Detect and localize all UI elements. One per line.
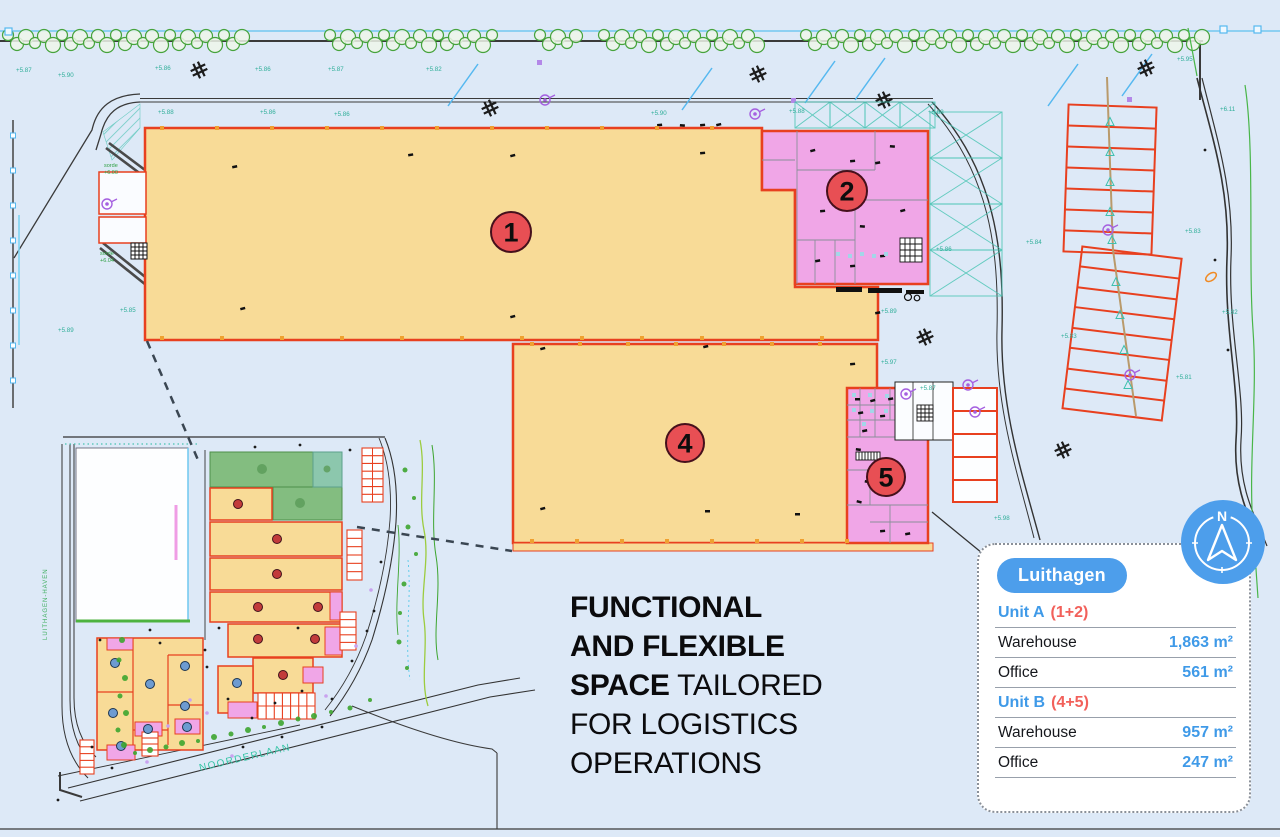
street-label-noorderlaan: NOORDERLAAN	[198, 742, 292, 774]
office-label: Office	[998, 754, 1038, 772]
svg-text:+5.86: +5.86	[936, 246, 952, 253]
svg-text:+5.83: +5.83	[1185, 228, 1201, 235]
svg-text:+5.86: +5.86	[260, 109, 276, 116]
svg-text:+6.00: +6.00	[104, 170, 118, 176]
headline-line-4: FOR LOGISTICS	[570, 705, 850, 744]
svg-text:+6.04: +6.04	[100, 258, 114, 264]
warehouse-label: Warehouse	[998, 634, 1077, 652]
marketing-headline: FUNCTIONAL AND FLEXIBLE SPACE TAILORED F…	[570, 588, 850, 783]
svg-text:+5.87: +5.87	[920, 385, 936, 392]
office-value: 247 m²	[1182, 754, 1233, 772]
svg-text:+5.89: +5.89	[881, 308, 897, 315]
svg-text:+5.90: +5.90	[651, 110, 667, 117]
project-name-badge: Luithagen	[997, 558, 1127, 593]
parking-bay-east-of-5	[953, 388, 997, 502]
office-value: 561 m²	[1182, 664, 1233, 682]
svg-text:+5.88: +5.88	[789, 108, 805, 115]
headline-line-1: FUNCTIONAL	[570, 588, 850, 627]
svg-text:2: 2	[839, 177, 854, 207]
headline-line-2: AND FLEXIBLE	[570, 627, 850, 666]
building-badge-5: 5	[867, 458, 905, 496]
compass-rose-icon: N	[1181, 500, 1265, 584]
svg-text:+5.88: +5.88	[928, 109, 944, 116]
svg-text:+5.86: +5.86	[334, 111, 350, 118]
unit-a-warehouse-row: Warehouse 1,863 m²	[995, 628, 1236, 658]
inset-overview-map	[58, 437, 535, 801]
svg-text:+5.82: +5.82	[426, 66, 442, 73]
svg-text:5: 5	[878, 463, 893, 493]
svg-text:+5.86: +5.86	[155, 65, 171, 72]
svg-text:+5.87: +5.87	[328, 66, 344, 73]
headline-line-3: SPACE TAILORED	[570, 666, 850, 705]
inset-empty-parcel	[76, 448, 188, 622]
warehouse-value: 1,863 m²	[1169, 634, 1233, 652]
warehouse-label: Warehouse	[998, 724, 1077, 742]
unit-b-label: Unit B	[998, 694, 1045, 712]
unit-a-header-row: Unit A (1+2)	[995, 598, 1236, 628]
svg-text:+6.11: +6.11	[1220, 106, 1236, 113]
unit-a-label: Unit A	[998, 604, 1045, 622]
headline-line-5: OPERATIONS	[570, 744, 850, 783]
svg-text:+5.84: +5.84	[1026, 239, 1042, 246]
svg-text:+5.85: +5.85	[120, 307, 136, 314]
svg-text:+5.97: +5.97	[881, 359, 897, 366]
svg-text:+5.87: +5.87	[16, 67, 32, 74]
street-label-side: LUITHAGEN-HAVEN	[43, 568, 49, 640]
site-plan-page: +5.87 +5.90 +5.86 +5.86 +5.87 +5.82 +5.88 +5.86…	[0, 0, 1280, 837]
svg-text:+5.95: +5.95	[1177, 56, 1193, 63]
unit-a-buildings: (1+2)	[1051, 604, 1089, 622]
compass-north-label: N	[1217, 508, 1227, 524]
parking-grid-south	[1063, 247, 1182, 421]
svg-text:+5.81: +5.81	[1176, 374, 1192, 381]
svg-text:+5.86: +5.86	[255, 66, 271, 73]
svg-text:sorde: sorde	[104, 163, 118, 169]
svg-text:+5.83: +5.83	[1061, 333, 1077, 340]
warehouse-value: 957 m²	[1182, 724, 1233, 742]
svg-text:1: 1	[503, 218, 518, 248]
svg-text:+5.90: +5.90	[58, 72, 74, 79]
inset-green-verge	[397, 440, 438, 706]
building-badge-1: 1	[491, 212, 531, 252]
unit-b-office-row: Office 247 m²	[995, 748, 1236, 778]
office-label: Office	[998, 664, 1038, 682]
building-badge-4: 4	[666, 424, 704, 462]
svg-text:+5.89: +5.89	[58, 327, 74, 334]
svg-text:+5.88: +5.88	[158, 109, 174, 116]
svg-text:+5.82: +5.82	[1222, 309, 1238, 316]
unit-b-header-row: Unit B (4+5)	[995, 688, 1236, 718]
svg-text:4: 4	[677, 429, 692, 459]
unit-b-buildings: (4+5)	[1051, 694, 1089, 712]
unit-a-office-row: Office 561 m²	[995, 658, 1236, 688]
building-badge-2: 2	[827, 171, 867, 211]
svg-text:+5.98: +5.98	[994, 515, 1010, 522]
svg-text:sorde: sorde	[100, 251, 114, 257]
unit-b-warehouse-row: Warehouse 957 m²	[995, 718, 1236, 748]
compass-north-indicator: N	[1181, 500, 1265, 584]
